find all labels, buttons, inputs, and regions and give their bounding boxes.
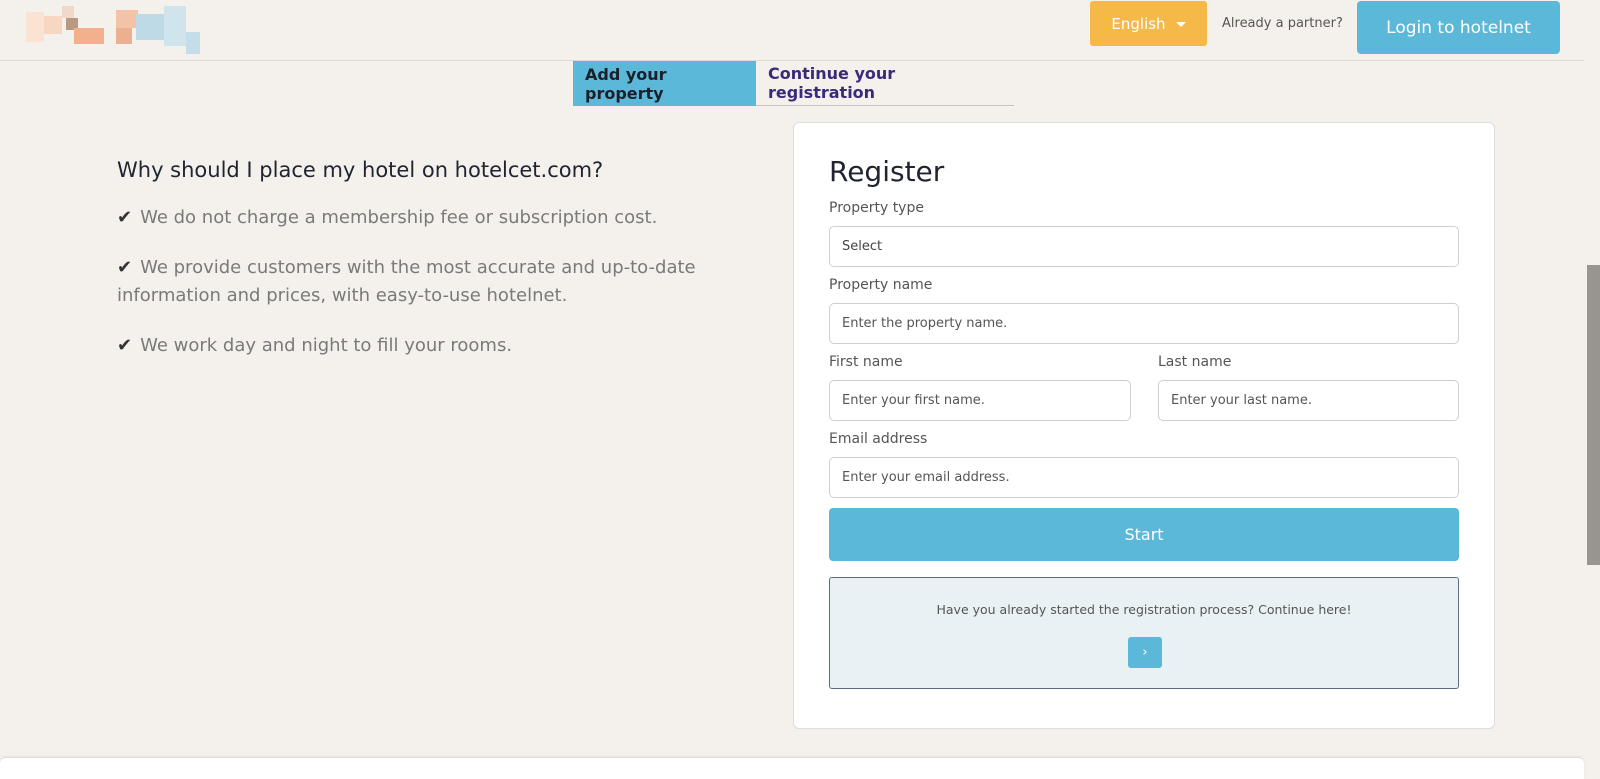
- property-type-value: Select: [842, 239, 883, 254]
- continue-registration-box: Have you already started the registratio…: [829, 577, 1459, 689]
- start-button[interactable]: Start: [829, 508, 1459, 561]
- chevron-right-icon[interactable]: ›: [1128, 637, 1162, 668]
- site-logo[interactable]: [26, 6, 206, 58]
- login-button[interactable]: Login to hotelnet: [1357, 1, 1560, 54]
- property-type-select[interactable]: Select: [829, 226, 1459, 267]
- email-input[interactable]: [829, 457, 1459, 498]
- registration-tabs: Add your property Continue your registra…: [573, 61, 1014, 106]
- benefits-heading: Why should I place my hotel on hotelcet.…: [117, 158, 604, 182]
- check-icon: ✔: [117, 257, 133, 278]
- language-label: English: [1111, 14, 1166, 33]
- caret-down-icon: [1175, 22, 1186, 27]
- tab-add-property[interactable]: Add your property: [573, 61, 756, 106]
- property-type-label: Property type: [829, 200, 924, 216]
- last-name-input[interactable]: [1158, 380, 1459, 421]
- check-icon: ✔: [117, 207, 133, 228]
- tab-continue-registration[interactable]: Continue your registration: [756, 61, 1014, 106]
- page-scrollbar[interactable]: [1584, 0, 1600, 779]
- property-name-label: Property name: [829, 277, 933, 293]
- register-card: Register Property type Select Property n…: [793, 122, 1495, 729]
- site-header: English Already a partner? Login to hote…: [0, 0, 1584, 61]
- language-dropdown[interactable]: English: [1090, 1, 1207, 46]
- benefit-item: ✔ We work day and night to fill your room…: [117, 335, 513, 356]
- first-name-input[interactable]: [829, 380, 1131, 421]
- first-name-label: First name: [829, 354, 903, 370]
- benefit-item: ✔ We provide customers with the most accu…: [117, 257, 696, 306]
- email-label: Email address: [829, 431, 928, 447]
- benefit-item: ✔ We do not charge a membership fee or su…: [117, 207, 658, 228]
- continue-registration-text: Have you already started the registratio…: [936, 602, 1352, 617]
- scrollbar-thumb[interactable]: [1587, 265, 1600, 565]
- benefits-section: Why should I place my hotel on hotelcet.…: [117, 158, 757, 382]
- partner-prompt: Already a partner?: [1222, 16, 1343, 31]
- check-icon: ✔: [117, 335, 133, 356]
- property-name-input[interactable]: [829, 303, 1459, 344]
- last-name-label: Last name: [1158, 354, 1232, 370]
- bottom-panel: [0, 757, 1584, 779]
- register-title: Register: [829, 155, 945, 188]
